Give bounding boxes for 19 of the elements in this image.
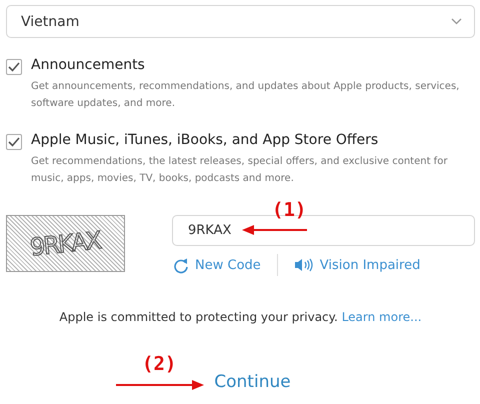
checkbox[interactable] bbox=[6, 134, 22, 150]
checkbox-label: Announcements bbox=[31, 57, 146, 75]
annotation-label: (2) bbox=[142, 353, 176, 375]
description: Get recommendations, the latest releases, special offers, and exclusive content for music, apps, movies, TV, books, podcasts and more. bbox=[31, 155, 448, 186]
captcha-text: 9RKAX bbox=[29, 226, 102, 262]
arrow bbox=[242, 225, 307, 235]
checkbox-label: Apple Music, iTunes, iBooks, and App Store Offers bbox=[31, 132, 380, 150]
select-value: Vietnam bbox=[21, 14, 80, 30]
privacy-text: Apple is committed to protecting your privacy. Learn more... bbox=[58, 310, 423, 324]
country-select[interactable]: Vietnam bbox=[6, 5, 475, 38]
continue-link[interactable]: Continue bbox=[214, 372, 291, 392]
chevron-down-icon bbox=[451, 18, 462, 25]
speaker-icon bbox=[294, 258, 314, 272]
vision-impaired-link[interactable]: Vision Impaired bbox=[294, 258, 420, 272]
checkbox[interactable] bbox=[6, 59, 22, 75]
description: Get announcements, recommendations, and updates about Apple products, services, software updates, and more. bbox=[31, 80, 460, 111]
learn-more-link[interactable]: Learn more... bbox=[342, 310, 422, 324]
refresh-icon bbox=[173, 256, 189, 274]
new-code-link[interactable]: New Code bbox=[173, 256, 261, 274]
